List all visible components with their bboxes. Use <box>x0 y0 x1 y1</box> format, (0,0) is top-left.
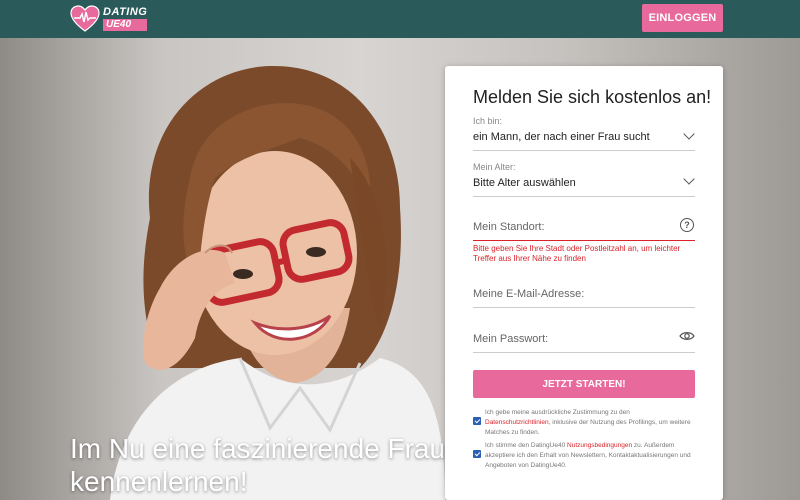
logo-text-dating: DATING <box>103 6 148 18</box>
location-error: Bitte geben Sie Ihre Stadt oder Postleit… <box>473 244 681 263</box>
privacy-consent-before: Ich gebe meine ausdrückliche Zustimmung … <box>485 409 630 416</box>
logo-text-ue40: UE40 <box>103 19 147 31</box>
logo[interactable]: DATING UE40 <box>70 4 147 34</box>
password-input[interactable]: Mein Passwort: <box>473 331 695 353</box>
question-circle-icon[interactable]: ? <box>680 218 694 232</box>
privacy-consent-text: Ich gebe meine ausdrückliche Zustimmung … <box>485 408 695 438</box>
email-placeholder: Meine E-Mail-Adresse: <box>473 288 585 300</box>
terms-consent-text: Ich stimme den DatingUe40 Nutzungsbeding… <box>485 441 695 471</box>
registration-form: Melden Sie sich kostenlos an! Ich bin: e… <box>445 66 723 500</box>
terms-checkbox[interactable] <box>473 450 481 458</box>
age-select[interactable]: Mein Alter: Bitte Alter auswählen <box>473 162 695 197</box>
hero-headline: Im Nu eine faszinierende Frau kennenlern… <box>70 433 446 497</box>
terms-link[interactable]: Nutzungsbedingungen <box>567 442 632 449</box>
top-bar: DATING UE40 EINLOGGEN <box>0 0 800 38</box>
start-button[interactable]: JETZT STARTEN! <box>473 370 695 398</box>
privacy-checkbox[interactable] <box>473 417 481 425</box>
heart-pulse-icon <box>70 5 100 33</box>
password-placeholder: Mein Passwort: <box>473 333 549 345</box>
age-label: Mein Alter: <box>473 162 516 172</box>
form-title: Melden Sie sich kostenlos an! <box>473 87 712 107</box>
age-value: Bitte Alter auswählen <box>473 177 576 189</box>
location-input[interactable]: Mein Standort: ? <box>473 218 695 241</box>
location-placeholder: Mein Standort: <box>473 221 545 233</box>
terms-consent-before: Ich stimme den DatingUe40 <box>485 442 568 449</box>
privacy-consent: Ich gebe meine ausdrückliche Zustimmung … <box>473 408 695 438</box>
email-input[interactable]: Meine E-Mail-Adresse: <box>473 288 695 308</box>
login-button[interactable]: EINLOGGEN <box>642 4 723 32</box>
gender-value: ein Mann, der nach einer Frau sucht <box>473 131 650 143</box>
gender-select[interactable]: Ich bin: ein Mann, der nach einer Frau s… <box>473 116 695 151</box>
privacy-policy-link[interactable]: Datenschutzrichtlinien <box>485 419 549 426</box>
eye-icon[interactable] <box>679 331 695 341</box>
gender-label: Ich bin: <box>473 116 503 126</box>
terms-consent: Ich stimme den DatingUe40 Nutzungsbeding… <box>473 441 695 471</box>
